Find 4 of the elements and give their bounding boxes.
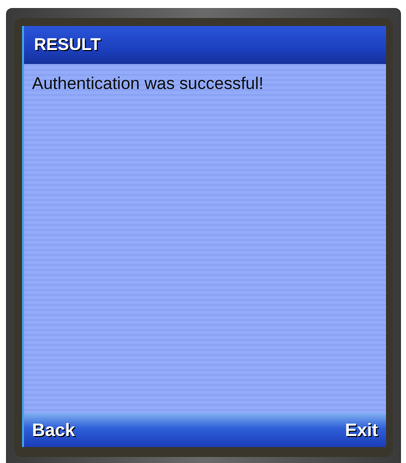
screen-title: RESULT: [24, 26, 386, 64]
softkey[interactable]: Exit: [344, 420, 378, 440]
result-message: Authentication was successful!: [31, 73, 265, 95]
softkey[interactable]: Back: [32, 420, 76, 440]
